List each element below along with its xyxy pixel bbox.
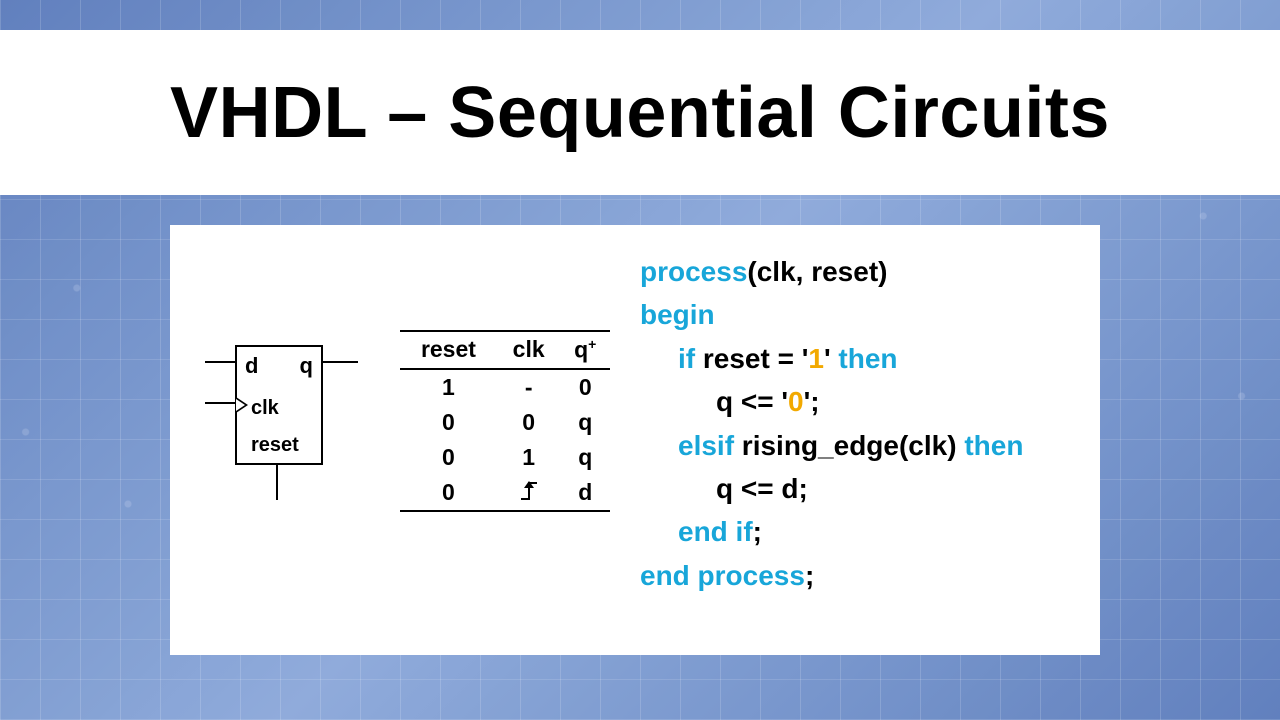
title-card: VHDL – Sequential Circuits — [0, 30, 1280, 195]
lit-zero: 0 — [788, 386, 804, 417]
cell-q: d — [560, 475, 610, 511]
cell-clk: 1 — [497, 440, 561, 475]
kw-begin: begin — [640, 299, 715, 330]
endprocess-semi: ; — [805, 560, 814, 591]
truth-table-body: 1-000q01q0d — [400, 369, 610, 511]
cell-reset: 0 — [400, 440, 497, 475]
kw-process: process — [640, 256, 747, 287]
cond-reset-pre: reset = ' — [695, 343, 808, 374]
kw-elsif: elsif — [678, 430, 734, 461]
qplus-sup: + — [588, 336, 596, 352]
table-header-row: reset clk q+ — [400, 331, 610, 369]
clk-edge-icon — [236, 397, 248, 413]
cell-q: q — [560, 440, 610, 475]
port-reset: reset — [251, 434, 299, 457]
wire-q — [323, 361, 358, 363]
flipflop-schematic: d q clk reset — [200, 335, 370, 635]
content-card: d q clk reset reset clk q+ 1-000q01q0d p… — [170, 225, 1100, 655]
port-d: d — [245, 353, 258, 379]
assign-q-post: '; — [804, 386, 820, 417]
cond-reset-post: ' — [824, 343, 838, 374]
assign-q-d: q <= d; — [716, 473, 808, 504]
cell-clk: 0 — [497, 405, 561, 440]
wire-reset — [276, 465, 278, 500]
cell-clk: - — [497, 369, 561, 405]
cond-rising: rising_edge(clk) — [734, 430, 964, 461]
col-reset: reset — [400, 331, 497, 369]
port-clk: clk — [251, 397, 279, 420]
table-row: 01q — [400, 440, 610, 475]
rising-edge-icon — [521, 482, 537, 500]
page-title: VHDL – Sequential Circuits — [170, 72, 1110, 154]
kw-if: if — [678, 343, 695, 374]
assign-q-pre: q <= ' — [716, 386, 788, 417]
cell-clk — [497, 475, 561, 511]
kw-endif: end if — [678, 516, 753, 547]
table-row: 0d — [400, 475, 610, 511]
vhdl-code: process(clk, reset) begin if reset = '1'… — [640, 245, 1070, 635]
cell-q: 0 — [560, 369, 610, 405]
qplus-base: q — [574, 337, 588, 363]
flipflop-box: d q clk reset — [235, 345, 323, 465]
sensitivity-list: (clk, reset) — [747, 256, 887, 287]
truth-table: reset clk q+ 1-000q01q0d — [400, 330, 610, 635]
kw-endprocess: end process — [640, 560, 805, 591]
lit-one: 1 — [808, 343, 824, 374]
endif-semi: ; — [753, 516, 762, 547]
cell-reset: 1 — [400, 369, 497, 405]
wire-clk — [205, 402, 235, 404]
table-row: 00q — [400, 405, 610, 440]
kw-then-1: then — [838, 343, 897, 374]
table-row: 1-0 — [400, 369, 610, 405]
cell-q: q — [560, 405, 610, 440]
col-clk: clk — [497, 331, 561, 369]
port-q: q — [300, 353, 313, 379]
kw-then-2: then — [964, 430, 1023, 461]
cell-reset: 0 — [400, 475, 497, 511]
wire-d — [205, 361, 235, 363]
col-qplus: q+ — [560, 331, 610, 369]
cell-reset: 0 — [400, 405, 497, 440]
